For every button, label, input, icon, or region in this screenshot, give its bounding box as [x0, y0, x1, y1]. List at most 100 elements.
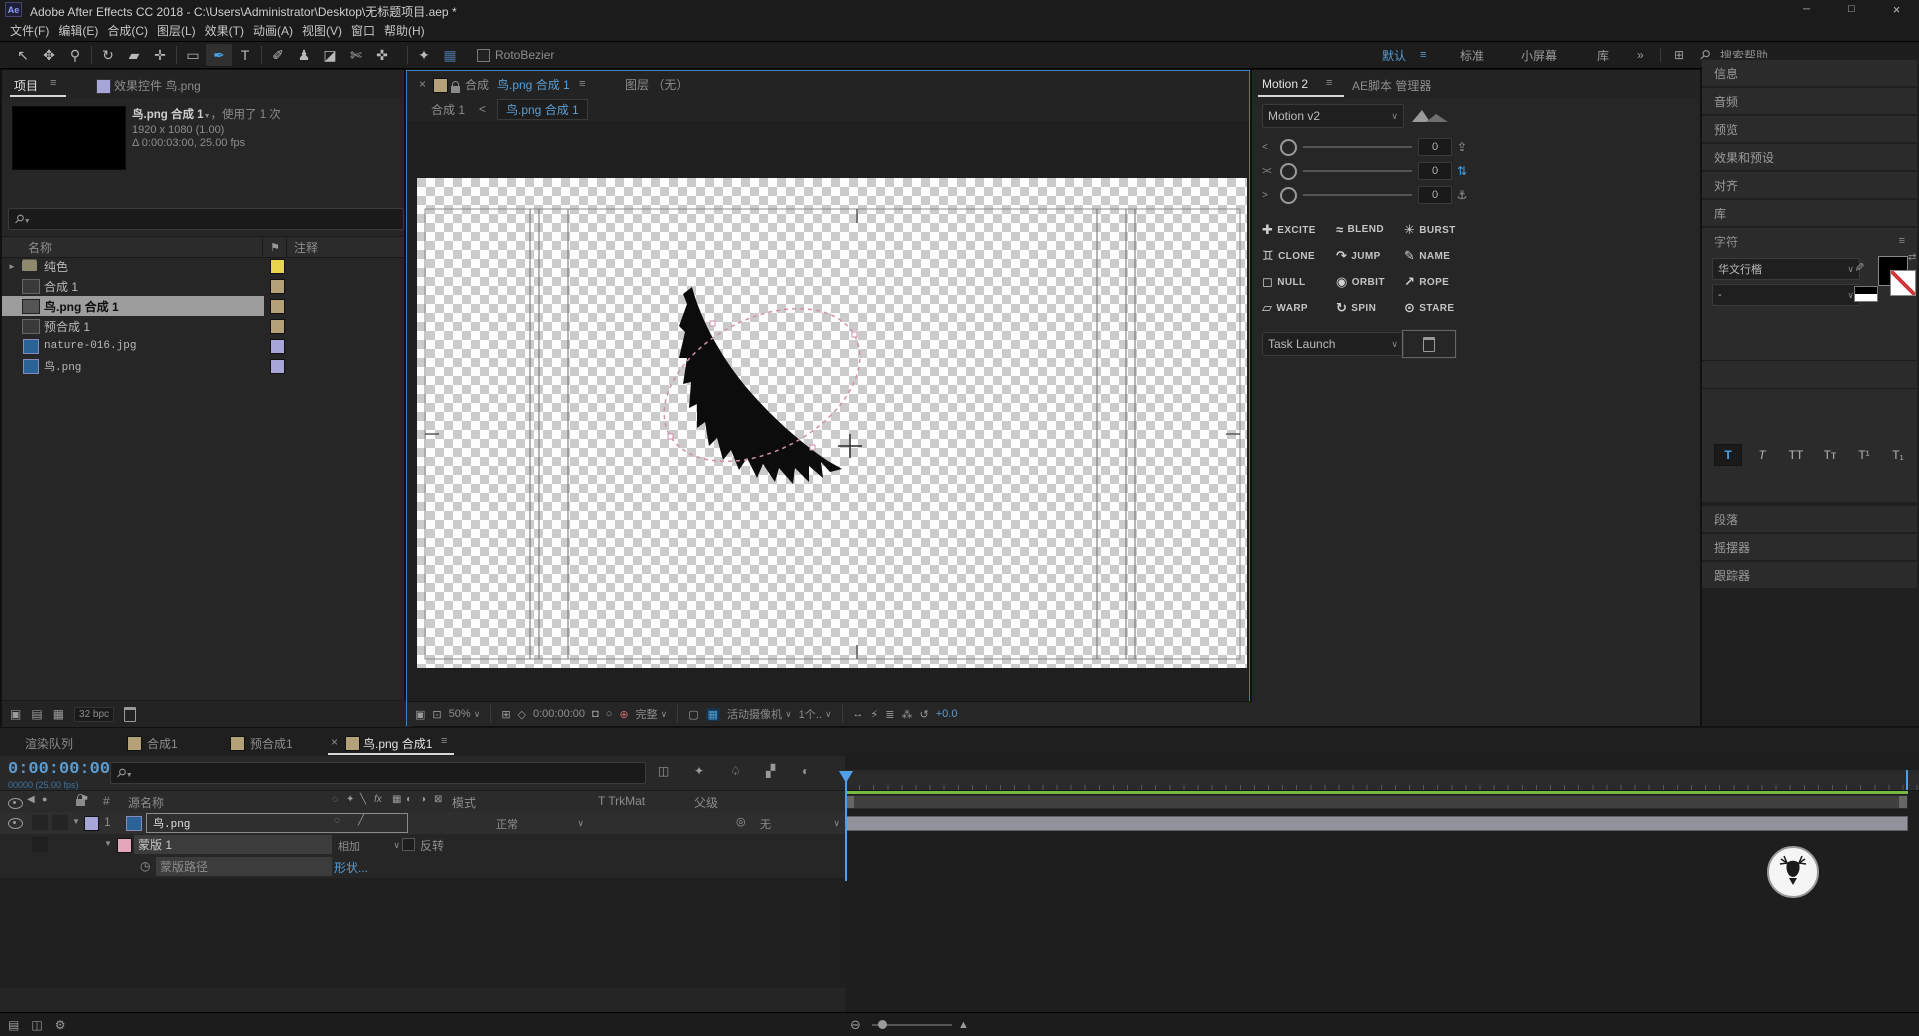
- graph-editor-icon[interactable]: ◫: [31, 1018, 42, 1032]
- clone-stamp-tool[interactable]: ♟: [291, 44, 317, 66]
- layer1-eye-icon[interactable]: [8, 818, 23, 829]
- settings-gear-icon[interactable]: ⚙: [55, 1018, 66, 1032]
- panel-audio[interactable]: 音频: [1702, 88, 1917, 114]
- project-row-comp1[interactable]: 合成 1: [2, 276, 404, 296]
- swap-fill-stroke-icon[interactable]: ⇄: [1908, 252, 1916, 263]
- eraser-tool[interactable]: ◪: [317, 44, 343, 66]
- all-caps-button[interactable]: TT: [1782, 444, 1810, 466]
- rotobezier-checkbox[interactable]: [477, 48, 490, 62]
- magnification-dropdown[interactable]: 50%: [449, 708, 481, 720]
- fast-preview-icon[interactable]: ⚡: [871, 708, 879, 721]
- tab-precomp1[interactable]: 预合成1: [250, 735, 293, 752]
- mask-label-swatch[interactable]: [117, 838, 132, 853]
- interpret-footage-icon[interactable]: ▣: [10, 707, 21, 721]
- brush-tool[interactable]: ✐: [265, 44, 291, 66]
- timeline-zoom-in-icon[interactable]: ▲: [958, 1019, 969, 1031]
- slider2-track[interactable]: [1303, 170, 1412, 172]
- menu-file[interactable]: 文件(F): [10, 22, 49, 39]
- default-fill-stroke-icon[interactable]: [1854, 286, 1878, 302]
- timeline-tab-close-icon[interactable]: ×: [331, 735, 338, 749]
- mask-path-value[interactable]: 形状...: [334, 859, 368, 876]
- workspace-more-icon[interactable]: »: [1637, 48, 1644, 62]
- label-swatch-lavender[interactable]: [270, 359, 285, 374]
- work-area-end-handle[interactable]: [1899, 796, 1907, 808]
- breadcrumb-parent[interactable]: 合成 1: [431, 101, 465, 118]
- pen-tool[interactable]: ✒: [206, 44, 232, 66]
- puppet-pin-tool[interactable]: ✜: [369, 44, 395, 66]
- mask-expander-icon[interactable]: ▼: [104, 839, 112, 848]
- character-panel-header[interactable]: 字符 ≡: [1702, 228, 1917, 254]
- task-launch-dropdown[interactable]: Task Launch: [1262, 332, 1404, 356]
- index-column-icon[interactable]: #: [103, 794, 110, 808]
- project-row-bird-comp-selected[interactable]: 鸟.png 合成 1: [2, 296, 404, 316]
- slider3-track[interactable]: [1303, 194, 1412, 196]
- camera-tool[interactable]: ▰: [121, 44, 147, 66]
- mask-name-box[interactable]: 蒙版 1: [134, 835, 332, 854]
- transparency-grid-icon[interactable]: ▦: [437, 44, 463, 66]
- column-comment[interactable]: 注释: [294, 239, 318, 256]
- workspace-standard[interactable]: 标准: [1460, 47, 1484, 64]
- slider3-value[interactable]: 0: [1418, 186, 1452, 204]
- exposure-value[interactable]: +0.0: [936, 708, 958, 720]
- workspace-library[interactable]: 库: [1597, 47, 1609, 64]
- project-row-nature-jpg[interactable]: nature-016.jpg: [2, 336, 404, 356]
- small-caps-button[interactable]: Tт: [1816, 444, 1844, 466]
- slider1-value[interactable]: 0: [1418, 138, 1452, 156]
- adjustment-switch-icon[interactable]: ◑: [420, 794, 426, 805]
- subscript-button[interactable]: T₁: [1884, 444, 1912, 466]
- stroke-color-swatch[interactable]: [1890, 270, 1916, 296]
- faux-bold-button[interactable]: T: [1714, 444, 1742, 466]
- mask-row[interactable]: ▼ 蒙版 1 相加 反转: [0, 834, 845, 857]
- motion-panel-menu-icon[interactable]: ≡: [1326, 77, 1332, 89]
- snap-icon[interactable]: ✦: [411, 44, 437, 66]
- workspace-bar-icon[interactable]: ⊞: [1668, 48, 1690, 62]
- menu-animation[interactable]: 动画(A): [253, 22, 293, 39]
- menu-view[interactable]: 视图(V): [302, 22, 342, 39]
- channels-icon[interactable]: ⊕: [619, 708, 628, 721]
- panel-wiggler[interactable]: 摇摆器: [1702, 534, 1917, 560]
- label-swatch-tan[interactable]: [270, 279, 285, 294]
- menu-effect[interactable]: 效果(T): [205, 22, 244, 39]
- layer1-expander-icon[interactable]: ▼: [72, 817, 80, 826]
- pingpong-icon[interactable]: ⇅: [1452, 164, 1472, 178]
- panel-tracker[interactable]: 跟踪器: [1702, 562, 1917, 588]
- mask-mode-dropdown[interactable]: 相加: [332, 836, 406, 855]
- column-label-icon[interactable]: ⚑: [270, 241, 280, 254]
- layer1-mode-dropdown[interactable]: 正常: [490, 814, 590, 833]
- tab-bird-comp-active[interactable]: 鸟.png 合成1: [363, 735, 432, 752]
- label-swatch-tan[interactable]: [270, 319, 285, 334]
- minimize-button[interactable]: ─: [1784, 0, 1829, 19]
- comp-mini-flowchart-icon[interactable]: ◫: [658, 764, 669, 778]
- null-button[interactable]: ◻ NULL: [1262, 274, 1305, 290]
- toggle-switches-icon[interactable]: ▤: [8, 1018, 19, 1032]
- roto-brush-tool[interactable]: ✄: [343, 44, 369, 66]
- orbit-button[interactable]: ◉ ORBIT: [1336, 274, 1385, 290]
- timeline-panel-menu-icon[interactable]: ≡: [441, 735, 447, 747]
- workspace-default[interactable]: 默认: [1382, 47, 1406, 64]
- mask-visibility-icon[interactable]: ◇: [518, 708, 526, 721]
- slider2-value[interactable]: 0: [1418, 162, 1452, 180]
- workspace-small-screen[interactable]: 小屏幕: [1521, 47, 1557, 64]
- pan-behind-tool[interactable]: ✛: [147, 44, 173, 66]
- font-family-dropdown[interactable]: 华文行楷: [1712, 258, 1860, 280]
- layer1-pickwhip-icon[interactable]: ◎: [736, 815, 746, 828]
- panel-library[interactable]: 库: [1702, 200, 1917, 226]
- label-column-icon[interactable]: ⚑: [80, 794, 89, 805]
- label-swatch-lavender[interactable]: [270, 339, 285, 354]
- info-dropdown-icon[interactable]: [204, 109, 211, 121]
- maximize-button[interactable]: □: [1829, 0, 1874, 19]
- superscript-button[interactable]: T¹: [1850, 444, 1878, 466]
- video-column-icon[interactable]: [8, 798, 23, 809]
- primary-viewer-icon[interactable]: ⊡: [432, 708, 441, 721]
- slider1-knob[interactable]: [1280, 138, 1297, 156]
- work-area-start-handle[interactable]: [846, 796, 854, 808]
- slider3-knob[interactable]: [1280, 186, 1297, 204]
- anchor-icon[interactable]: ⚓: [1452, 188, 1472, 202]
- faux-italic-button[interactable]: T: [1748, 444, 1776, 466]
- mountains-icon[interactable]: [1410, 106, 1450, 124]
- label-swatch-tan[interactable]: [270, 299, 285, 314]
- layer1-quality-icon[interactable]: ╱: [358, 815, 364, 826]
- timeline-button-icon[interactable]: ≣: [885, 708, 894, 721]
- stopwatch-icon[interactable]: ◷: [140, 859, 150, 873]
- layer-row-1[interactable]: ▼ 1 鸟.png ◌ ╱ 正常 ◎ 无: [0, 812, 845, 835]
